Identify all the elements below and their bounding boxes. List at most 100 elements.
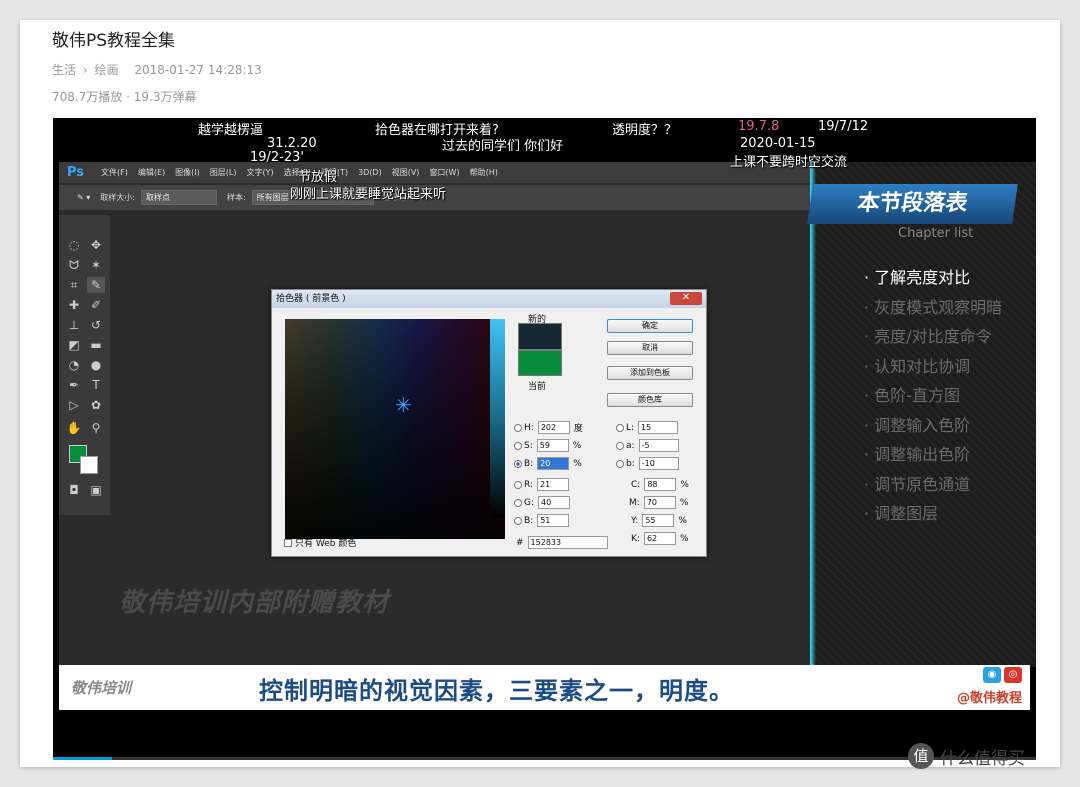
brightness-input[interactable]: 20 [537, 457, 570, 470]
history-brush-icon[interactable]: ↺ [87, 317, 105, 333]
add-to-swatches-button[interactable]: 添加到色板 [607, 366, 693, 380]
gradient-tool-icon[interactable]: ▬ [87, 337, 105, 353]
path-select-icon[interactable]: ▷ [65, 397, 83, 413]
subtitle-text: 控制明暗的视觉因素，三要素之一，明度。 [259, 677, 734, 705]
chapter-title: 本节段落表 [807, 184, 1018, 224]
current-color-swatch[interactable] [518, 350, 562, 376]
video-stats: 708.7万播放 · 19.3万弹幕 [52, 90, 197, 104]
cyan-input[interactable]: 88 [644, 478, 677, 491]
magenta-row: M: 70% [629, 496, 689, 509]
hue-input[interactable]: 202 [537, 421, 570, 434]
eyedropper-tool-icon[interactable]: ✎ [87, 277, 105, 293]
lab-a-radio[interactable] [616, 441, 624, 450]
video-progress-bar[interactable] [53, 757, 1036, 760]
hue-slider[interactable] [490, 319, 505, 517]
menu-edit[interactable]: 编辑(E) [138, 167, 165, 178]
shape-tool-icon[interactable]: ✿ [87, 397, 105, 413]
danmaku-text: 19/7/12 [818, 119, 869, 134]
cancel-button[interactable]: 取消 [607, 341, 693, 355]
color-libraries-button[interactable]: 颜色库 [607, 393, 693, 407]
healing-tool-icon[interactable]: ✚ [65, 297, 83, 313]
sample-size-label: 取样大小: [100, 193, 135, 202]
subcategory-link[interactable]: 绘画 [94, 63, 118, 77]
color-field-shade [285, 319, 505, 539]
menu-layer[interactable]: 图层(L) [210, 167, 237, 178]
training-logo: 敬伟培训 [71, 679, 132, 697]
move-tool-icon[interactable]: ✥ [87, 237, 105, 253]
red-input[interactable]: 21 [537, 478, 570, 491]
ok-button[interactable]: 确定 [607, 319, 693, 333]
web-colors-checkbox[interactable] [284, 538, 292, 547]
brush-tool-icon[interactable]: ✐ [87, 297, 105, 313]
chapter-item: · 亮度/对比度命令 [864, 327, 992, 346]
saturation-radio[interactable] [514, 441, 522, 450]
site-watermark: 值 什么值得买 [908, 743, 1025, 769]
menu-help[interactable]: 帮助(H) [470, 167, 498, 178]
screen-mode-icon[interactable]: ▣ [87, 482, 105, 498]
chapter-item: · 认知对比协调 [864, 357, 971, 376]
chapter-item-label: 调整图层 [874, 504, 939, 523]
chapter-item: · 调整输入色阶 [864, 416, 971, 435]
yellow-row: Y: 55% [631, 514, 687, 527]
current-color-label: 当前 [528, 382, 547, 392]
green-input[interactable]: 40 [538, 496, 571, 509]
menu-window[interactable]: 窗口(W) [429, 167, 459, 178]
menu-view[interactable]: 视图(V) [392, 167, 420, 178]
eyedropper-icon[interactable]: ✎ ▾ [77, 193, 90, 202]
marquee-tool-icon[interactable]: ◌ [65, 237, 83, 253]
lab-b-input[interactable]: -10 [638, 457, 679, 470]
lab-b-row: b: -10 [616, 457, 679, 470]
chapter-item-label: 灰度模式观察明暗 [874, 298, 1003, 317]
menu-type[interactable]: 文字(Y) [246, 167, 273, 178]
lasso-tool-icon[interactable]: ᗢ [65, 257, 83, 273]
eraser-tool-icon[interactable]: ◩ [65, 337, 83, 353]
chapter-item: · 灰度模式观察明暗 [864, 298, 1003, 317]
black-input[interactable]: 62 [643, 532, 676, 545]
chapter-item: · 色阶-直方图 [864, 386, 960, 405]
video-player[interactable]: 越学越楞逼 拾色器在哪打开来着? 透明度？？ 19.7.8 19/7/12 31… [53, 118, 1036, 760]
blur-tool-icon[interactable]: ◔ [65, 357, 83, 373]
saturation-input[interactable]: 59 [536, 439, 569, 452]
lab-b-radio[interactable] [616, 459, 624, 468]
publish-date: 2018-01-27 14:28:13 [134, 63, 262, 77]
red-radio[interactable] [514, 480, 522, 489]
brightness-radio[interactable] [514, 459, 522, 468]
pen-tool-icon[interactable]: ✒ [65, 377, 83, 393]
color-field[interactable]: ✳ [285, 319, 505, 539]
chapter-item-label: 调整输入色阶 [874, 416, 971, 435]
web-colors-option[interactable]: 只有 Web 颜色 [284, 536, 356, 549]
hand-tool-icon[interactable]: ✋ [65, 420, 83, 436]
green-radio[interactable] [514, 498, 522, 507]
menu-image[interactable]: 图像(I) [175, 167, 200, 178]
new-color-swatch [518, 323, 562, 350]
close-icon[interactable]: ✕ [670, 292, 702, 305]
menu-file[interactable]: 文件(F) [101, 167, 128, 178]
chapter-item-label: 了解亮度对比 [874, 268, 971, 287]
lab-a-input[interactable]: -5 [638, 439, 679, 452]
breadcrumb-separator: › [82, 63, 88, 77]
magic-wand-icon[interactable]: ✶ [87, 257, 105, 273]
category-link[interactable]: 生活 [52, 63, 76, 77]
quick-mask-icon[interactable]: ◘ [65, 482, 83, 498]
magenta-input[interactable]: 70 [643, 496, 676, 509]
blue-radio[interactable] [514, 516, 522, 525]
blue-input[interactable]: 51 [537, 514, 570, 527]
photoshop-window: Ps 文件(F) 编辑(E) 图像(I) 图层(L) 文字(Y) 选择(S) 滤… [59, 162, 810, 665]
hex-input[interactable]: 152833 [527, 536, 608, 549]
lab-l-radio[interactable] [616, 423, 624, 432]
background-color-swatch[interactable] [80, 456, 98, 474]
type-tool-icon[interactable]: T [87, 377, 105, 393]
menu-3d[interactable]: 3D(D) [358, 168, 382, 177]
dodge-tool-icon[interactable]: ● [87, 357, 105, 373]
crop-tool-icon[interactable]: ⌗ [65, 277, 83, 293]
yellow-input[interactable]: 55 [642, 514, 675, 527]
chapter-item: · 调节原色通道 [864, 475, 971, 494]
lab-l-input[interactable]: 15 [638, 421, 679, 434]
color-cursor-icon[interactable]: ✳ [395, 393, 412, 417]
watermark-text: 敬伟培训内部附赠教材 [119, 588, 390, 618]
stamp-tool-icon[interactable]: ⊥ [65, 317, 83, 333]
hue-radio[interactable] [514, 423, 522, 432]
sample-size-select[interactable]: 取样点 [140, 190, 217, 205]
zoom-tool-icon[interactable]: ⚲ [87, 420, 105, 436]
chapter-item-label: 认知对比协调 [874, 357, 971, 376]
